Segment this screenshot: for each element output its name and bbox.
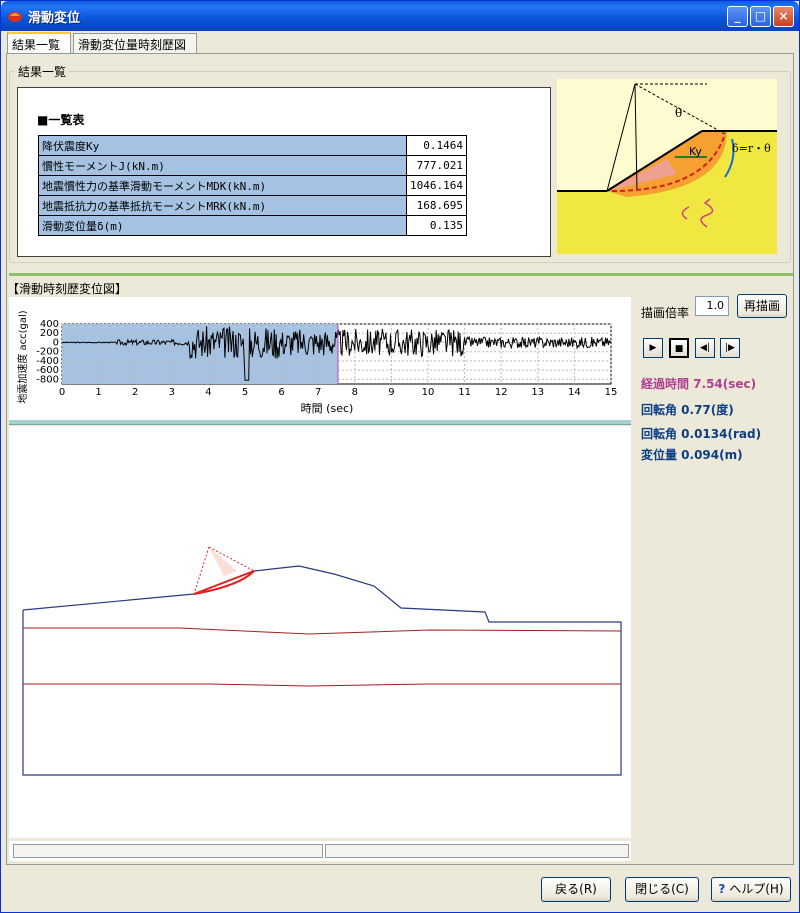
step-back-icon: ◀| xyxy=(700,343,710,353)
x-tick-label: 8 xyxy=(352,387,358,398)
table-row: 地震慣性力の基準滑動モーメントMDK(kN.m) 1046.164 xyxy=(38,175,467,196)
close-window-button[interactable]: × xyxy=(773,6,794,27)
scale-input[interactable]: 1.0 xyxy=(695,296,729,316)
slope-section-drawing xyxy=(9,426,631,838)
x-tick-label: 14 xyxy=(568,387,581,398)
chart-divider xyxy=(9,420,631,425)
y-axis-label: 地震加速度 acc(gal) xyxy=(16,310,29,403)
formula-label: δ=r・θ xyxy=(732,142,771,155)
back-button[interactable]: 戻る(R) xyxy=(541,877,611,902)
table-row: 降伏震度Ky 0.1464 xyxy=(38,135,467,156)
main-window: 滑動変位 _ □ × 結果一覧 滑動変位量時刻歴図 結果一覧 ■一覧表 降伏震度… xyxy=(0,0,800,913)
x-axis-label: 時間 (sec) xyxy=(301,402,354,415)
table-row: 慣性モーメントJ(kN.m) 777.021 xyxy=(38,155,467,176)
x-tick-label: 0 xyxy=(59,387,65,398)
x-tick-label: 4 xyxy=(205,387,211,398)
scrollbar-left-track[interactable] xyxy=(13,844,323,858)
minimize-button[interactable]: _ xyxy=(727,6,748,27)
x-tick-label: 3 xyxy=(169,387,175,398)
table-row: 滑動変位量δ(m) 0.135 xyxy=(38,215,467,236)
results-group-label: 結果一覧 xyxy=(15,63,70,80)
close-button[interactable]: 閉じる(C) xyxy=(625,877,699,902)
slip-wedge xyxy=(209,547,237,576)
summary-table: 降伏震度Ky 0.1464 慣性モーメントJ(kN.m) 777.021 地震慣性力… xyxy=(38,135,467,236)
app-icon xyxy=(8,12,22,22)
row-label: 地震慣性力の基準滑動モーメントMDK(kN.m) xyxy=(38,175,407,196)
x-tick-label: 5 xyxy=(242,387,248,398)
y-axis-ticks: 4002000-200-400-600-800 xyxy=(36,319,59,385)
summary-table-panel: ■一覧表 降伏震度Ky 0.1464 慣性モーメントJ(kN.m) 777.021 … xyxy=(17,87,551,257)
x-tick-label: 10 xyxy=(422,387,435,398)
step-back-button[interactable]: ◀| xyxy=(695,338,715,358)
tab-history[interactable]: 滑動変位量時刻歴図 xyxy=(73,33,197,53)
ground-surface xyxy=(22,565,622,776)
x-tick-label: 1 xyxy=(95,387,101,398)
row-value: 0.1464 xyxy=(406,135,467,156)
redraw-button[interactable]: 再描画 xyxy=(737,294,787,318)
help-button[interactable]: ? ヘルプ(H) xyxy=(711,877,791,902)
step-forward-icon: |▶ xyxy=(725,343,735,353)
x-tick-label: 6 xyxy=(278,387,284,398)
maximize-button[interactable]: □ xyxy=(750,6,771,27)
layer-boundary-2 xyxy=(23,683,621,687)
row-label: 滑動変位量δ(m) xyxy=(38,215,407,236)
window-title: 滑動変位 xyxy=(28,11,81,26)
row-value: 0.135 xyxy=(406,215,467,236)
history-section-label: 【滑動時刻歴変位図】 xyxy=(7,282,128,296)
row-value: 1046.164 xyxy=(406,175,467,196)
x-tick-label: 15 xyxy=(605,387,618,398)
x-tick-label: 12 xyxy=(495,387,508,398)
x-axis-ticks: 0 1 2 3 4 5 6 7 8 9 10 11 12 13 14 15 xyxy=(59,387,618,398)
row-value: 168.695 xyxy=(406,195,467,216)
horizontal-scrollbar[interactable] xyxy=(9,841,631,861)
x-tick-label: 7 xyxy=(315,387,321,398)
acceleration-chart: 0 1 2 3 4 5 6 7 8 9 10 11 12 13 14 15 4002000-200-400-6… xyxy=(9,297,631,420)
step-forward-button[interactable]: |▶ xyxy=(720,338,740,358)
play-icon: ▶ xyxy=(649,343,657,353)
help-label: ヘルプ(H) xyxy=(729,882,784,896)
elapsed-time: 経過時間 7.54(sec) xyxy=(641,377,757,391)
scale-label: 描画倍率 xyxy=(641,306,690,320)
rotation-radian: 回転角 0.0134(rad) xyxy=(641,427,762,441)
stop-icon: ■ xyxy=(674,344,684,354)
x-tick-label: 11 xyxy=(458,387,471,398)
stop-button[interactable]: ■ xyxy=(669,338,689,358)
row-label: 地震抵抗力の基準抵抗モーメントMRK(kN.m) xyxy=(38,195,407,216)
tab-results[interactable]: 結果一覧 xyxy=(7,32,71,54)
row-value: 777.021 xyxy=(406,155,467,176)
x-tick-label: 2 xyxy=(132,387,138,398)
rotation-degree: 回転角 0.77(度) xyxy=(641,403,734,417)
row-label: 慣性モーメントJ(kN.m) xyxy=(38,155,407,176)
ky-label: Ky xyxy=(689,145,702,158)
play-button[interactable]: ▶ xyxy=(643,338,663,358)
x-tick-label: 9 xyxy=(388,387,394,398)
section-divider xyxy=(9,273,793,276)
scrollbar-thumb[interactable] xyxy=(325,844,629,858)
layer-boundary-1 xyxy=(23,627,622,635)
displacement: 変位量 0.094(m) xyxy=(641,448,743,462)
row-label: 降伏震度Ky xyxy=(38,135,407,156)
table-row: 地震抵抗力の基準抵抗モーメントMRK(kN.m) 168.695 xyxy=(38,195,467,216)
help-icon: ? xyxy=(718,882,726,896)
slope-illustration: θ Ky δ=r・θ xyxy=(557,79,777,254)
y-tick-label: -800 xyxy=(36,374,59,385)
summary-table-title: ■一覧表 xyxy=(37,113,85,127)
x-tick-label: 13 xyxy=(531,387,544,398)
radius-line-1 xyxy=(193,546,210,595)
title-bar: 滑動変位 _ □ × xyxy=(1,1,799,31)
theta-label: θ xyxy=(675,106,682,120)
